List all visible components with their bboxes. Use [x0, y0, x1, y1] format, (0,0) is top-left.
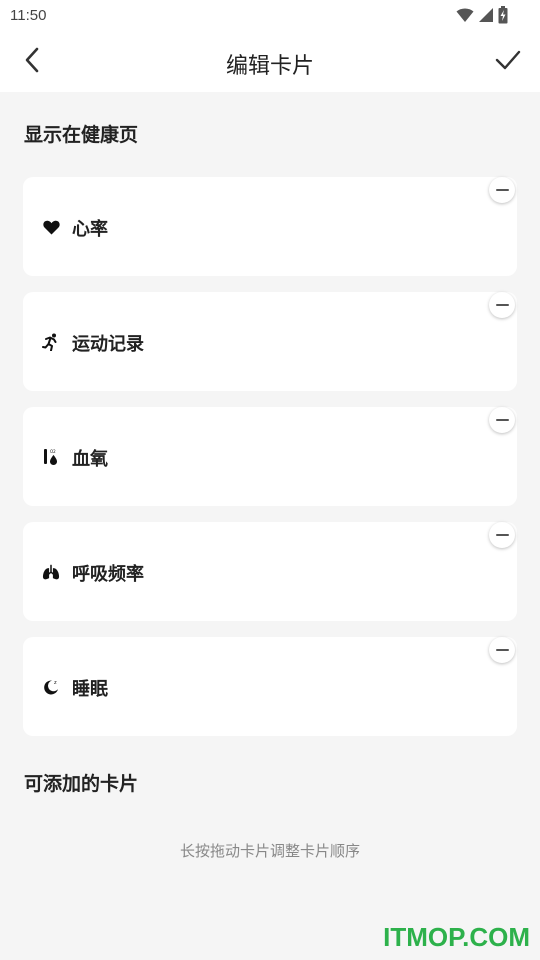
card-label: 睡眠 — [72, 679, 108, 700]
card-sleep[interactable]: z 睡眠 — [23, 637, 517, 736]
lungs-icon — [42, 563, 60, 581]
moon-icon: z — [42, 678, 60, 696]
checkmark-icon — [495, 49, 521, 75]
remove-card-button[interactable] — [489, 177, 515, 203]
status-bar: 11:50 — [0, 0, 540, 32]
card-blood-oxygen[interactable]: O2 血氧 — [23, 407, 517, 506]
status-time: 11:50 — [10, 7, 47, 24]
card-label: 血氧 — [72, 449, 108, 470]
app-bar: 编辑卡片 — [0, 32, 540, 92]
wifi-icon — [456, 7, 474, 27]
reorder-hint: 长按拖动卡片调整卡片顺序 — [179, 842, 360, 860]
card-heart-rate[interactable]: 心率 — [23, 177, 517, 276]
card-respiratory-rate[interactable]: 呼吸频率 — [23, 522, 517, 621]
card-label: 心率 — [72, 219, 108, 240]
remove-card-button[interactable] — [489, 522, 515, 548]
cellular-signal-icon — [478, 7, 494, 27]
status-icons — [456, 6, 508, 28]
svg-text:z: z — [54, 680, 57, 686]
battery-charging-icon — [498, 6, 508, 28]
card-label: 呼吸频率 — [72, 564, 144, 585]
running-icon — [42, 333, 60, 351]
watermark: ITMOP.COM — [383, 922, 530, 952]
remove-card-button[interactable] — [489, 637, 515, 663]
confirm-button[interactable] — [490, 44, 526, 80]
shown-section-title: 显示在健康页 — [24, 124, 139, 146]
card-exercise-records[interactable]: 运动记录 — [23, 292, 517, 391]
available-section-title: 可添加的卡片 — [24, 773, 139, 795]
blood-oxygen-icon: O2 — [42, 448, 60, 466]
remove-card-button[interactable] — [489, 407, 515, 433]
heart-icon — [42, 218, 60, 236]
remove-card-button[interactable] — [489, 292, 515, 318]
page-title: 编辑卡片 — [225, 54, 314, 79]
card-label: 运动记录 — [72, 334, 144, 355]
svg-text:O2: O2 — [50, 449, 56, 454]
